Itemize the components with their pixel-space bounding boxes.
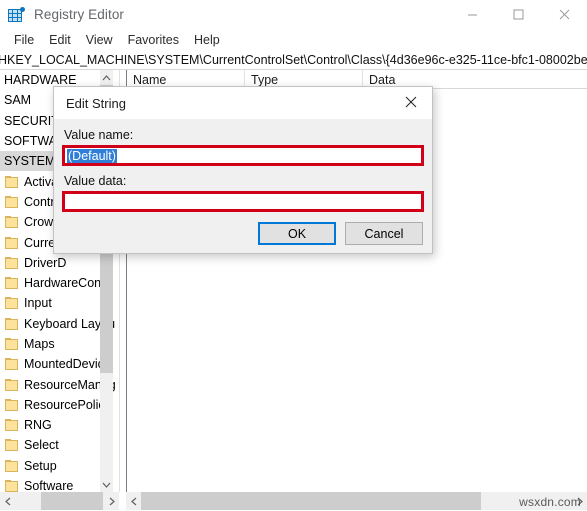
tree-item-label: Software: [24, 479, 74, 492]
dialog-titlebar: Edit String: [54, 87, 432, 119]
window-controls: [449, 0, 587, 29]
folder-icon: [5, 338, 19, 350]
folder-icon: [5, 297, 19, 310]
folder-icon: [5, 195, 19, 208]
folder-icon: [5, 398, 19, 411]
minimize-icon[interactable]: [449, 0, 495, 29]
watermark: wsxdn.com: [519, 495, 581, 509]
folder-icon: [5, 358, 19, 371]
dialog-title: Edit String: [66, 95, 126, 111]
value-data-label: Value data:: [64, 174, 127, 188]
folder-icon: [5, 216, 19, 229]
menu-item-favorites[interactable]: Favorites: [121, 31, 187, 49]
value-name-text: (Default): [67, 148, 117, 163]
value-name-field[interactable]: (Default): [62, 145, 424, 166]
registry-editor-icon: [8, 6, 25, 23]
chevron-right-icon[interactable]: [104, 492, 119, 510]
chevron-left-icon[interactable]: [0, 492, 15, 510]
registry-editor-window: Registry Editor File Edit View Favorites…: [0, 0, 587, 511]
tree-item-mounteddevices[interactable]: MountedDevice: [0, 354, 111, 374]
tree-item-maps[interactable]: Maps: [0, 334, 105, 354]
maximize-icon[interactable]: [495, 0, 541, 29]
folder-icon: [5, 236, 19, 249]
chevron-left-icon[interactable]: [126, 492, 141, 510]
tree-item-label: Setup: [24, 458, 57, 473]
tree-hscroll-thumb[interactable]: [41, 492, 103, 510]
folder-icon: [5, 317, 19, 330]
cancel-button[interactable]: Cancel: [345, 222, 423, 245]
tree-item-label: HardwareConfi: [24, 276, 108, 291]
folder-icon: [5, 175, 19, 188]
tree-horizontal-scrollbar[interactable]: [0, 492, 119, 510]
menu-item-edit[interactable]: Edit: [42, 31, 79, 49]
folder-icon: [5, 439, 19, 452]
tree-item-resourcemanager[interactable]: ResourceManag: [0, 374, 116, 394]
close-icon[interactable]: [541, 0, 587, 29]
value-name-inner: (Default): [65, 148, 421, 163]
tree-item-label: SAM: [4, 93, 32, 108]
tree-item-setup[interactable]: Setup: [0, 456, 105, 476]
values-horizontal-scrollbar[interactable]: [126, 492, 587, 510]
chevron-down-icon[interactable]: [100, 477, 113, 492]
menu-bar: File Edit View Favorites Help: [0, 29, 587, 51]
tree-item-label: MountedDevice: [24, 357, 111, 372]
window-title: Registry Editor: [34, 7, 125, 22]
ok-button[interactable]: OK: [258, 222, 336, 245]
folder-icon: [5, 459, 19, 472]
tree-item-select[interactable]: Select: [0, 435, 105, 455]
tree-item-label: SYSTEM: [4, 154, 56, 169]
tree-item-input[interactable]: Input: [0, 293, 105, 313]
tree-item-resourcepolicy[interactable]: ResourcePolicy: [0, 395, 111, 415]
value-name-label: Value name:: [64, 128, 134, 142]
tree-item-hardwareconfig[interactable]: HardwareConfi: [0, 273, 108, 293]
tree-item-keyboard-layout[interactable]: Keyboard Layou: [0, 314, 115, 334]
tree-item-label: Input: [24, 296, 52, 311]
tree-item-label: DriverD: [24, 255, 67, 270]
dialog-buttons: OK Cancel: [258, 222, 423, 245]
edit-string-dialog: Edit String Value name: (Default) Value …: [53, 86, 433, 254]
value-data-inner: [65, 194, 421, 209]
tree-item-label: RNG: [24, 418, 52, 433]
tree-item-label: Maps: [24, 337, 55, 351]
folder-icon: [5, 256, 19, 269]
registry-path: HKEY_LOCAL_MACHINE\SYSTEM\CurrentControl…: [0, 53, 587, 67]
dialog-body: Value name: (Default) Value data: OK Can…: [54, 119, 432, 253]
tree-item-label: Select: [24, 438, 59, 453]
value-data-field[interactable]: [62, 191, 424, 212]
tree-item-software-sub[interactable]: Software: [0, 476, 105, 492]
window-titlebar: Registry Editor: [0, 0, 587, 29]
tree-item-driverdatabase[interactable]: DriverD: [0, 253, 105, 273]
bottom-scrollbars: [0, 492, 587, 511]
tree-item-rng[interactable]: RNG: [0, 415, 105, 435]
folder-icon: [5, 277, 19, 290]
menu-item-view[interactable]: View: [79, 31, 121, 49]
close-icon[interactable]: [390, 87, 432, 117]
tree-item-label: ResourcePolicy: [24, 397, 111, 412]
folder-icon: [5, 378, 19, 391]
folder-icon: [5, 480, 19, 492]
chevron-up-icon[interactable]: [100, 70, 113, 85]
menu-item-file[interactable]: File: [7, 31, 42, 49]
values-hscroll-thumb[interactable]: [141, 492, 481, 510]
address-bar[interactable]: HKEY_LOCAL_MACHINE\SYSTEM\CurrentControl…: [0, 51, 587, 70]
folder-icon: [5, 419, 19, 432]
menu-item-help[interactable]: Help: [187, 31, 228, 49]
